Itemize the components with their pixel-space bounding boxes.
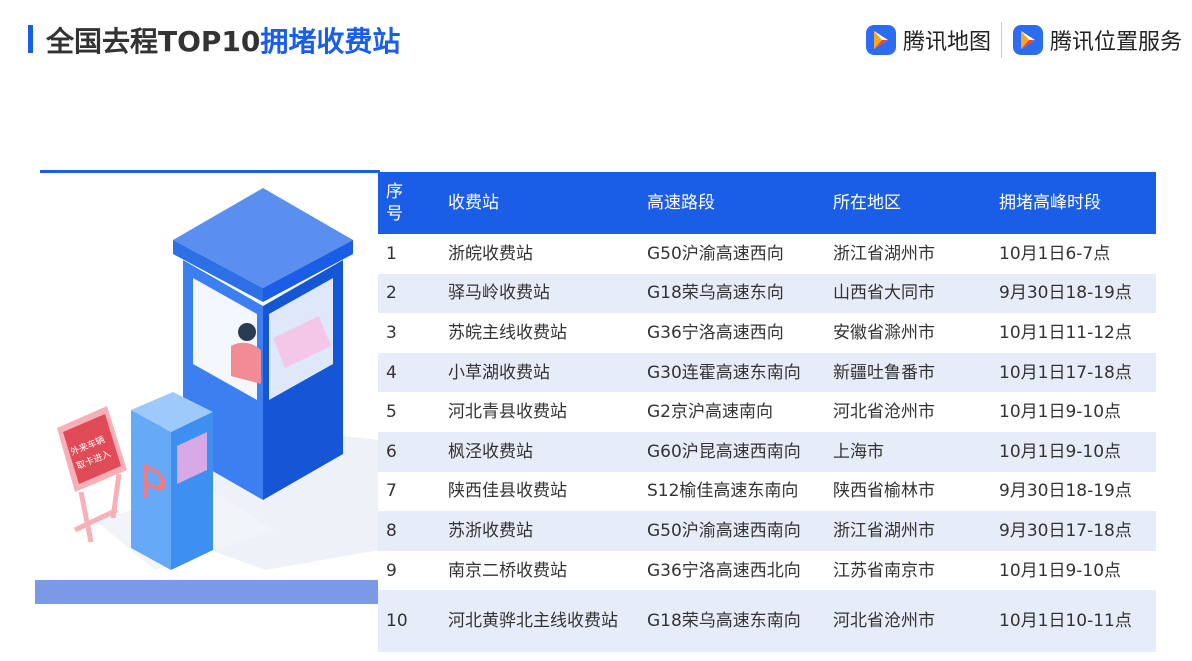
cell-station: 南京二桥收费站 [440, 550, 639, 591]
cell-highway: G50沪渝高速西南向 [639, 511, 825, 551]
cell-peak-time: 10月1日9-10点 [991, 550, 1156, 591]
logo-label: 腾讯位置服务 [1049, 30, 1182, 55]
cell-highway: G18荣乌高速东向 [639, 273, 825, 314]
cell-region: 河北省沧州市 [825, 590, 991, 653]
cell-rank: 4 [378, 352, 440, 393]
cell-station: 陕西佳县收费站 [440, 471, 639, 512]
table-row: 6 枫泾收费站 G60沪昆高速西南向 上海市 10月1日9-10点 [378, 431, 1156, 472]
tencent-location-icon [1012, 25, 1043, 55]
cell-station: 河北青县收费站 [440, 392, 639, 432]
column-header-region: 所在地区 [825, 172, 991, 234]
table-row: 2 驿马岭收费站 G18荣乌高速东向 山西省大同市 9月30日18-19点 [378, 273, 1156, 314]
column-header-peak-time: 拥堵高峰时段 [991, 172, 1156, 234]
cell-region: 浙江省湖州市 [825, 511, 991, 551]
cell-region: 浙江省湖州市 [825, 234, 991, 274]
cell-peak-time: 10月1日6-7点 [991, 234, 1156, 274]
cell-station: 浙皖收费站 [440, 234, 639, 274]
cell-station: 苏皖主线收费站 [440, 313, 639, 353]
cell-rank: 10 [378, 590, 440, 653]
cell-highway: G36宁洛高速西北向 [639, 550, 825, 591]
cell-region: 陕西省榆林市 [825, 471, 991, 512]
cell-region: 新疆吐鲁番市 [825, 352, 991, 393]
cell-station: 小草湖收费站 [440, 352, 639, 393]
logo-divider [1000, 22, 1002, 58]
cell-station: 河北黄骅北主线收费站 [440, 590, 639, 653]
table-row: 9 南京二桥收费站 G36宁洛高速西北向 江苏省南京市 10月1日9-10点 [378, 550, 1156, 591]
cell-highway: G60沪昆高速西南向 [639, 431, 825, 472]
cell-region: 上海市 [825, 431, 991, 472]
cell-region: 江苏省南京市 [825, 550, 991, 591]
cell-peak-time: 10月1日9-10点 [991, 392, 1156, 432]
table-row: 7 陕西佳县收费站 S12榆佳高速东南向 陕西省榆林市 9月30日18-19点 [378, 471, 1156, 512]
cell-highway: G30连霍高速东南向 [639, 352, 825, 393]
table-row: 8 苏浙收费站 G50沪渝高速西南向 浙江省湖州市 9月30日17-18点 [378, 511, 1156, 551]
table-row: 10 河北黄骅北主线收费站 G18荣乌高速东南向 河北省沧州市 10月1日10-11点 [378, 590, 1156, 653]
cell-peak-time: 10月1日10-11点 [991, 590, 1156, 653]
cell-peak-time: 9月30日17-18点 [991, 511, 1156, 551]
cell-rank: 6 [378, 431, 440, 472]
logo-area: 腾讯地图 腾讯位置服务 [865, 22, 1182, 58]
cell-rank: 9 [378, 550, 440, 591]
cell-rank: 3 [378, 313, 440, 353]
cell-station: 苏浙收费站 [440, 511, 639, 551]
toll-booth-illustration: P 外来车辆 取卡进入 [35, 170, 380, 604]
cell-peak-time: 10月1日9-10点 [991, 431, 1156, 472]
cell-highway: G36宁洛高速西向 [639, 313, 825, 353]
cell-highway: G2京沪高速南向 [639, 392, 825, 432]
cell-rank: 1 [378, 234, 440, 274]
tencent-location-logo: 腾讯位置服务 [1012, 24, 1182, 56]
cell-peak-time: 10月1日11-12点 [991, 313, 1156, 353]
page-title-highlight: 拥堵收费站 [260, 25, 401, 58]
table-header-row: 序号 收费站 高速路段 所在地区 拥堵高峰时段 [378, 172, 1156, 234]
title-accent-bar [28, 25, 33, 53]
table-row: 3 苏皖主线收费站 G36宁洛高速西向 安徽省滁州市 10月1日11-12点 [378, 313, 1156, 353]
cell-rank: 8 [378, 511, 440, 551]
page-title: 全国去程TOP10拥堵收费站 [46, 25, 401, 58]
cell-rank: 5 [378, 392, 440, 432]
column-header-rank: 序号 [378, 172, 440, 234]
cell-highway: G18荣乌高速东南向 [639, 590, 825, 653]
cell-highway: S12榆佳高速东南向 [639, 471, 825, 512]
cell-rank: 2 [378, 273, 440, 314]
column-header-highway: 高速路段 [639, 172, 825, 234]
tencent-map-logo: 腾讯地图 [865, 24, 991, 56]
table-row: 5 河北青县收费站 G2京沪高速南向 河北省沧州市 10月1日9-10点 [378, 392, 1156, 432]
cell-peak-time: 9月30日18-19点 [991, 273, 1156, 314]
cell-region: 山西省大同市 [825, 273, 991, 314]
cell-peak-time: 10月1日17-18点 [991, 352, 1156, 393]
tencent-map-icon [865, 25, 896, 55]
column-header-station: 收费站 [440, 172, 639, 234]
cell-peak-time: 9月30日18-19点 [991, 471, 1156, 512]
congestion-table: 序号 收费站 高速路段 所在地区 拥堵高峰时段 1 浙皖收费站 G50沪渝高速西向浙… [378, 172, 1156, 653]
cell-highway: G50沪渝高速西向 [639, 234, 825, 274]
cell-region: 安徽省滁州市 [825, 313, 991, 353]
table-row: 4 小草湖收费站 G30连霍高速东南向 新疆吐鲁番市 10月1日17-18点 [378, 352, 1156, 393]
cell-rank: 7 [378, 471, 440, 512]
cell-station: 驿马岭收费站 [440, 273, 639, 314]
cell-region: 河北省沧州市 [825, 392, 991, 432]
table-row: 1 浙皖收费站 G50沪渝高速西向 浙江省湖州市 10月1日6-7点 [378, 234, 1156, 274]
cell-station: 枫泾收费站 [440, 431, 639, 472]
logo-label: 腾讯地图 [902, 30, 991, 55]
